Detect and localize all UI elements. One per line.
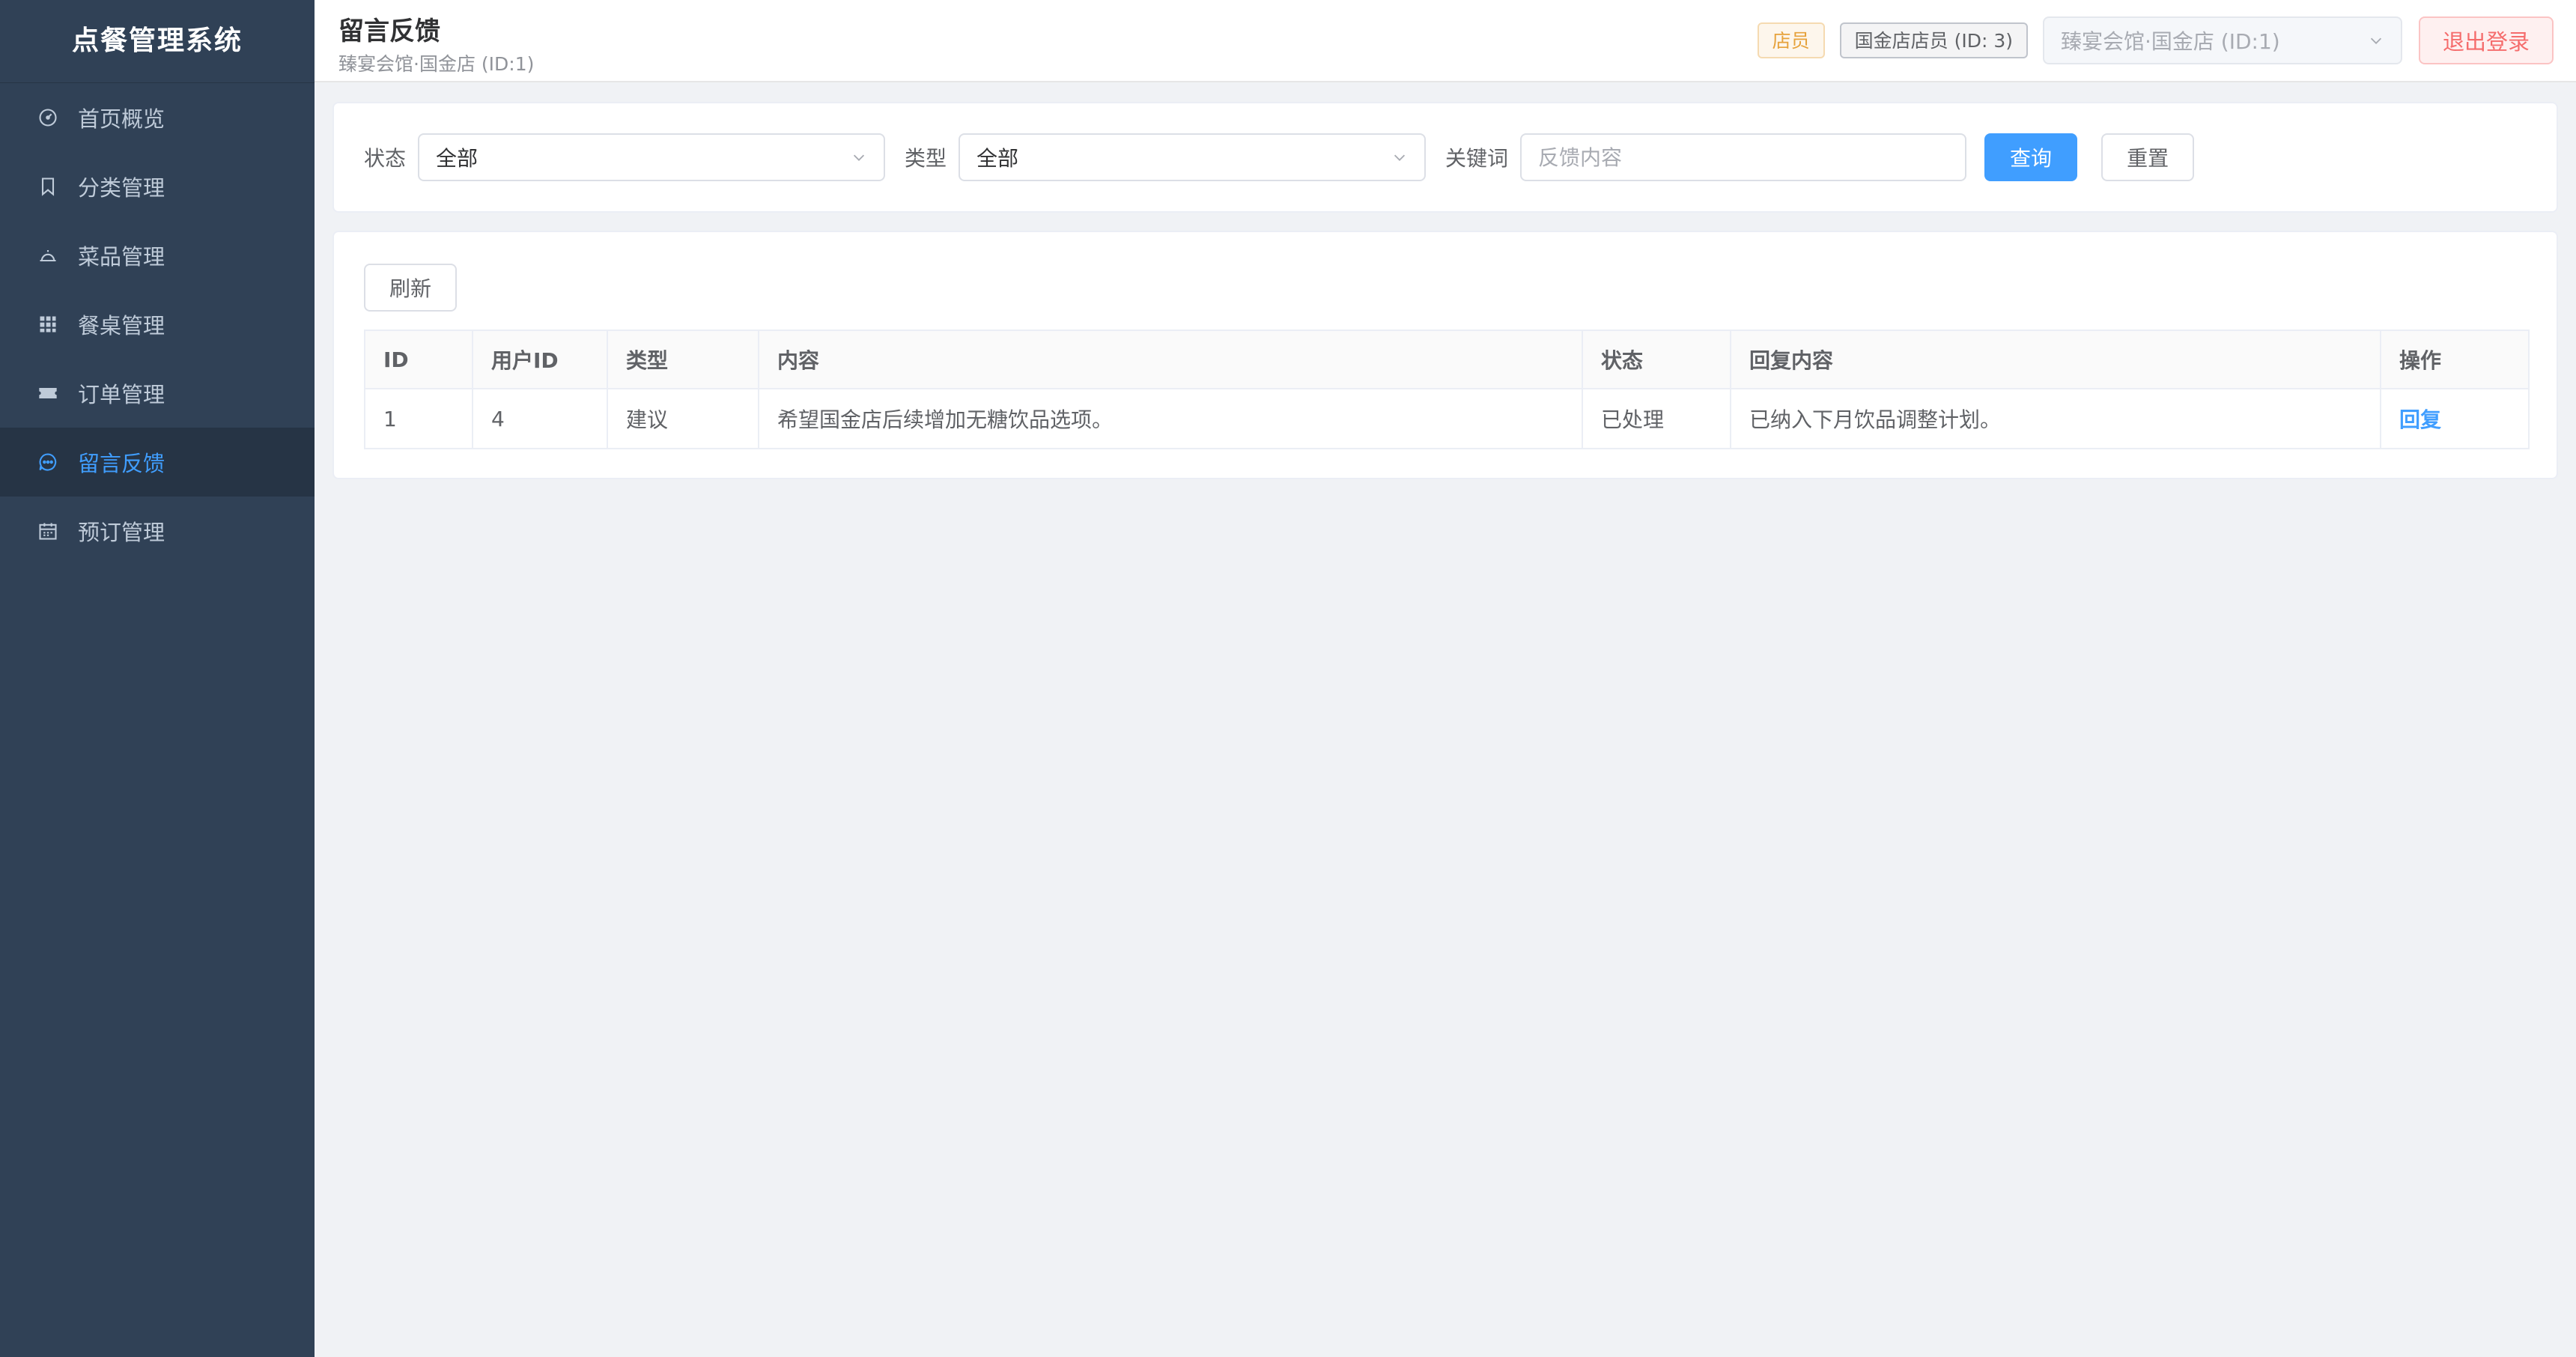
status-filter-select[interactable]: 全部 <box>418 133 886 181</box>
calendar-icon <box>37 520 58 541</box>
sidebar-item-label: 分类管理 <box>78 175 165 201</box>
header-actions: 店员 国金店店员 (ID: 3) 臻宴会馆·国金店 (ID:1) 退出登录 <box>1757 16 2554 64</box>
cell-id: 1 <box>364 388 473 449</box>
page-title: 留言反馈 <box>338 16 440 46</box>
table-row: 1 4 建议 希望国金店后续增加无糖饮品选项。 已处理 已纳入下月饮品调整计划。… <box>364 388 2530 449</box>
cell-user-id: 4 <box>472 388 608 449</box>
chevron-down-icon <box>2368 32 2384 49</box>
chevron-down-icon <box>851 149 867 166</box>
sidebar-item-dishes[interactable]: 菜品管理 <box>0 221 315 290</box>
feedback-table: ID 用户ID 类型 内容 状态 回复内容 操作 1 4 建议 希望国金店后续增… <box>364 330 2530 449</box>
cell-type: 建议 <box>607 388 759 449</box>
sidebar-item-reservations[interactable]: 预订管理 <box>0 497 315 565</box>
logout-button[interactable]: 退出登录 <box>2418 16 2554 64</box>
filter-card: 状态 全部 类型 全部 关键词 查询 重置 <box>332 102 2558 213</box>
query-button[interactable]: 查询 <box>1984 133 2078 181</box>
app-root: 点餐管理系统 首页概览 分类管理 菜品管理 餐桌管理 订单管理 留言反馈 预订管… <box>0 0 2576 1357</box>
sidebar-item-orders[interactable]: 订单管理 <box>0 359 315 428</box>
sidebar-item-label: 留言反馈 <box>78 451 165 476</box>
user-tag: 国金店店员 (ID: 3) <box>1839 22 2028 58</box>
type-filter-select[interactable]: 全部 <box>959 133 1427 181</box>
chevron-down-icon <box>1391 149 1408 166</box>
top-header: 留言反馈 臻宴会馆·国金店 (ID:1) 店员 国金店店员 (ID: 3) 臻宴… <box>315 0 2576 82</box>
column-header-reply: 回复内容 <box>1730 330 2381 389</box>
cell-status: 已处理 <box>1582 388 1731 449</box>
sidebar-item-tables[interactable]: 餐桌管理 <box>0 290 315 359</box>
sidebar: 点餐管理系统 首页概览 分类管理 菜品管理 餐桌管理 订单管理 留言反馈 预订管… <box>0 0 315 1357</box>
ticket-icon <box>37 383 58 404</box>
grid-icon <box>37 314 58 335</box>
store-select-value: 臻宴会馆·国金店 (ID:1) <box>2060 29 2280 54</box>
status-filter-value: 全部 <box>436 146 479 171</box>
sidebar-item-label: 首页概览 <box>78 106 165 132</box>
sidebar-item-label: 餐桌管理 <box>78 313 165 339</box>
type-filter-value: 全部 <box>976 146 1019 171</box>
column-header-id: ID <box>364 330 473 389</box>
dish-cover-icon <box>37 245 58 266</box>
sidebar-item-label: 订单管理 <box>78 382 165 407</box>
cell-content: 希望国金店后续增加无糖饮品选项。 <box>758 388 1583 449</box>
sidebar-menu: 首页概览 分类管理 菜品管理 餐桌管理 订单管理 留言反馈 预订管理 <box>0 83 315 565</box>
status-filter-label: 状态 <box>364 146 407 171</box>
sidebar-item-feedback[interactable]: 留言反馈 <box>0 428 315 497</box>
table-card: 刷新 ID 用户ID 类型 内容 状态 回复内容 操作 1 4 建议 希望国金店… <box>332 231 2558 479</box>
column-header-type: 类型 <box>607 330 759 389</box>
role-tag: 店员 <box>1757 22 1825 58</box>
page-subtitle: 臻宴会馆·国金店 (ID:1) <box>338 53 535 75</box>
column-header-content: 内容 <box>758 330 1583 389</box>
app-brand: 点餐管理系统 <box>0 0 315 83</box>
sidebar-item-dashboard[interactable]: 首页概览 <box>0 83 315 152</box>
column-header-user-id: 用户ID <box>472 330 608 389</box>
dashboard-icon <box>37 107 58 128</box>
store-select[interactable]: 臻宴会馆·国金店 (ID:1) <box>2042 16 2402 64</box>
cell-reply: 已纳入下月饮品调整计划。 <box>1730 388 2381 449</box>
sidebar-item-categories[interactable]: 分类管理 <box>0 152 315 221</box>
sidebar-item-label: 菜品管理 <box>78 244 165 270</box>
reply-button[interactable]: 回复 <box>2399 407 2441 432</box>
sidebar-item-label: 预订管理 <box>78 520 165 545</box>
column-header-status: 状态 <box>1582 330 1731 389</box>
reset-button[interactable]: 重置 <box>2101 133 2195 181</box>
chat-bubble-icon <box>37 452 58 473</box>
bookmark-icon <box>37 176 58 197</box>
keyword-input[interactable] <box>1520 133 1967 181</box>
table-header-row: ID 用户ID 类型 内容 状态 回复内容 操作 <box>364 330 2530 389</box>
keyword-filter-label: 关键词 <box>1445 146 1509 171</box>
cell-action: 回复 <box>2380 388 2530 449</box>
refresh-button[interactable]: 刷新 <box>364 264 458 312</box>
column-header-action: 操作 <box>2380 330 2530 389</box>
filter-row: 状态 全部 类型 全部 关键词 查询 重置 <box>364 133 2195 181</box>
type-filter-label: 类型 <box>905 146 947 171</box>
